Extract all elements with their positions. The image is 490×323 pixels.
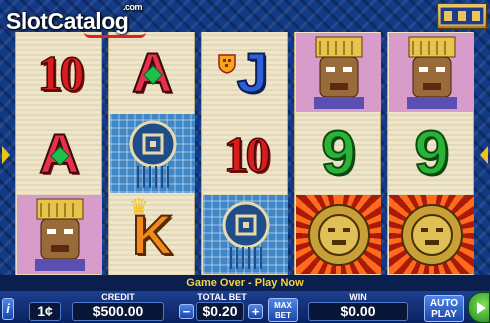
spiral-shield-icon xyxy=(129,120,176,188)
bet-decrease-button[interactable]: − xyxy=(179,304,194,319)
spiral-shield-icon xyxy=(222,201,269,269)
symbol-sun xyxy=(388,194,475,275)
symbol-ace: A xyxy=(109,32,196,113)
sun-medallion-icon xyxy=(400,203,463,266)
reel-4: 9 xyxy=(294,32,381,276)
tribal-mask-icon xyxy=(406,36,457,109)
right-arrow-icon xyxy=(480,146,488,164)
sun-medallion-icon xyxy=(307,203,370,266)
symbol-mask xyxy=(295,32,382,113)
crown-icon: ♛ xyxy=(129,194,149,219)
symbol-shield xyxy=(109,113,196,194)
win-label: WIN xyxy=(349,292,367,302)
reel-5: 9 xyxy=(387,32,474,276)
max-bet-label-line2: BET xyxy=(275,311,291,320)
reel-2: A xyxy=(108,32,195,276)
symbol-ace: A xyxy=(16,113,103,194)
symbol-nine: 9 xyxy=(413,118,450,189)
shield-small-icon xyxy=(218,54,236,74)
tribal-mask-icon xyxy=(313,36,364,109)
slotcatalog-logo: SlotCatalog .com xyxy=(6,2,146,38)
auto-play-label-line2: PLAY xyxy=(431,309,457,320)
play-icon xyxy=(477,302,486,314)
reel-1: 10 A xyxy=(15,32,102,276)
credit-value: $500.00 xyxy=(72,302,164,321)
credit-label: CREDIT xyxy=(101,292,135,302)
max-bet-label-line1: MAX xyxy=(274,301,292,310)
game-logo xyxy=(437,3,487,29)
symbol-jack: J xyxy=(202,32,289,113)
left-arrow-icon xyxy=(2,146,10,164)
symbol-ten: 10 xyxy=(223,125,272,183)
reel-3: J 10 xyxy=(201,32,288,276)
auto-play-button[interactable]: AUTO PLAY xyxy=(424,295,464,322)
denomination-selector[interactable]: 1¢ xyxy=(29,302,61,321)
max-bet-button[interactable]: MAX BET xyxy=(268,298,298,322)
symbol-king: ♛ K xyxy=(129,194,174,267)
status-message: Game Over - Play Now xyxy=(0,275,490,291)
total-bet-label: TOTAL BET xyxy=(197,292,247,302)
auto-play-label-line1: AUTO xyxy=(429,298,459,309)
symbol-ten: 10 xyxy=(37,44,86,102)
symbol-mask xyxy=(16,194,103,275)
reels-area: 10 A xyxy=(15,32,475,276)
info-button[interactable]: i xyxy=(2,298,14,320)
control-panel: i 1¢ CREDIT $500.00 − TOTAL BET $0.20 + … xyxy=(0,291,490,323)
symbol-nine: 9 xyxy=(320,118,357,189)
spin-button[interactable] xyxy=(468,292,490,323)
symbol-mask xyxy=(388,32,475,113)
bet-increase-button[interactable]: + xyxy=(248,304,263,319)
tribal-mask-icon xyxy=(34,198,85,271)
total-bet-value: $0.20 xyxy=(196,302,244,321)
symbol-shield xyxy=(202,194,289,275)
symbol-sun xyxy=(295,194,382,275)
win-value: $0.00 xyxy=(308,302,408,321)
